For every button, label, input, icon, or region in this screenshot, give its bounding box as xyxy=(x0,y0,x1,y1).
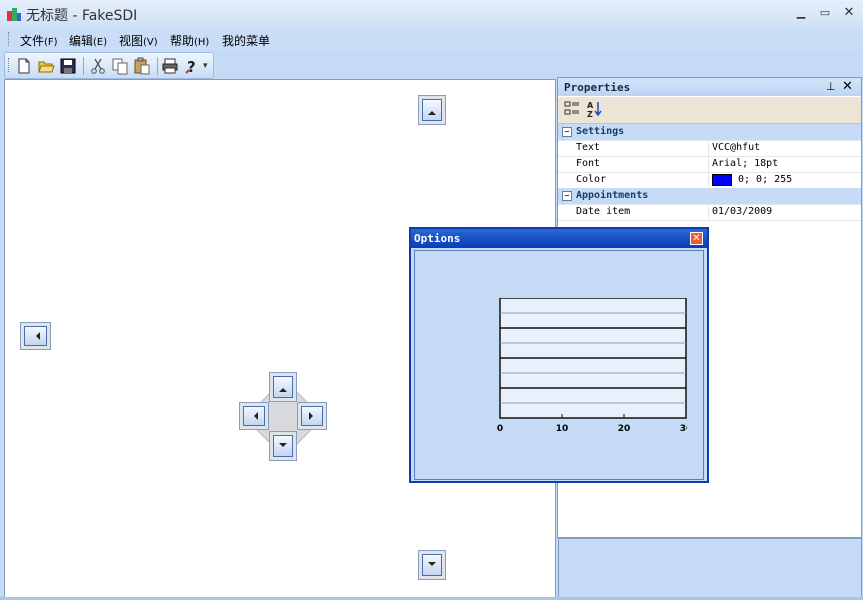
options-title-bar[interactable]: Options ✕ xyxy=(411,229,707,248)
property-name: Font xyxy=(576,158,601,169)
pin-icon[interactable]: ⊥ xyxy=(826,80,836,93)
alphabetical-sort-icon[interactable]: AZ xyxy=(585,100,603,120)
toolbar-separator xyxy=(157,57,158,75)
title-bar: 无标题 - FakeSDI ▁ ▭ ✕ xyxy=(0,0,863,29)
x-tick-label: 10 xyxy=(556,424,569,434)
paste-icon[interactable] xyxy=(133,57,151,75)
help-icon[interactable]: ? xyxy=(183,57,201,75)
property-row[interactable]: Color 0; 0; 255 xyxy=(558,172,861,189)
property-row[interactable]: Text VCC@hfut xyxy=(558,140,861,157)
x-tick-label: 0 xyxy=(497,424,503,434)
collapse-icon[interactable]: − xyxy=(562,191,572,201)
menu-help[interactable]: 帮助(H) xyxy=(170,32,209,49)
property-grid-toolbar: AZ xyxy=(558,97,861,124)
standard-toolbar: ? ▾ xyxy=(4,52,214,79)
options-chart: 0 10 20 30 xyxy=(497,298,687,434)
dock-top-button[interactable] xyxy=(418,95,446,125)
cut-icon[interactable] xyxy=(89,57,107,75)
dock-center-bottom-button[interactable] xyxy=(269,431,297,461)
properties-header: Properties ⊥ ✕ xyxy=(558,78,861,96)
open-icon[interactable] xyxy=(37,57,55,75)
x-tick-label: 20 xyxy=(618,424,631,434)
property-category[interactable]: − Settings xyxy=(558,124,861,141)
maximize-button[interactable]: ▭ xyxy=(817,6,833,20)
svg-text:?: ? xyxy=(187,58,196,75)
dock-left-icon xyxy=(24,326,47,346)
dock-center-left-button[interactable] xyxy=(239,402,269,430)
column-divider xyxy=(708,172,709,188)
dock-bottom-icon xyxy=(422,554,442,576)
toolbar-overflow-icon[interactable]: ▾ xyxy=(203,61,208,71)
options-title: Options xyxy=(414,232,461,245)
toolbar-grip[interactable] xyxy=(8,58,11,72)
property-value[interactable]: 01/03/2009 xyxy=(712,206,772,217)
menu-custom[interactable]: 我的菜单 xyxy=(222,32,270,49)
toolbar-separator xyxy=(83,57,84,75)
close-panel-button[interactable]: ✕ xyxy=(842,79,853,94)
property-value[interactable]: VCC@hfut xyxy=(712,142,760,153)
app-icon xyxy=(7,8,21,21)
property-value[interactable]: 0; 0; 255 xyxy=(738,174,792,185)
category-label: Appointments xyxy=(576,190,649,201)
dock-left-button[interactable] xyxy=(20,322,51,350)
property-value[interactable]: Arial; 18pt xyxy=(712,158,778,169)
options-close-button[interactable]: ✕ xyxy=(690,232,703,245)
dock-bottom-button[interactable] xyxy=(418,550,446,580)
minimize-button[interactable]: ▁ xyxy=(793,6,809,20)
column-divider xyxy=(708,140,709,156)
x-tick-label: 30 xyxy=(680,424,687,434)
options-dialog[interactable]: Options ✕ 0 10 20 30 xyxy=(409,227,709,483)
bottom-dock-panel xyxy=(558,538,862,598)
menu-edit[interactable]: 编辑(E) xyxy=(69,32,107,49)
category-label: Settings xyxy=(576,126,625,137)
dock-center-right-icon xyxy=(301,406,323,426)
menu-file[interactable]: 文件(F) xyxy=(20,32,58,49)
close-window-button[interactable]: ✕ xyxy=(841,6,857,20)
menu-grip[interactable] xyxy=(8,32,11,46)
property-row[interactable]: Date item 01/03/2009 xyxy=(558,204,861,221)
window-title: 无标题 - FakeSDI xyxy=(26,8,138,24)
property-name: Color xyxy=(576,174,607,185)
print-icon[interactable] xyxy=(161,57,179,75)
column-divider xyxy=(708,156,709,172)
property-row[interactable]: Font Arial; 18pt xyxy=(558,156,861,173)
save-icon[interactable] xyxy=(59,57,77,75)
new-icon[interactable] xyxy=(15,57,33,75)
property-category[interactable]: − Appointments xyxy=(558,188,861,205)
categorized-view-icon[interactable] xyxy=(563,100,581,120)
column-divider xyxy=(708,204,709,220)
property-name: Text xyxy=(576,142,601,153)
copy-icon[interactable] xyxy=(111,57,129,75)
dock-top-icon xyxy=(422,99,442,121)
color-swatch xyxy=(712,174,732,186)
svg-text:Z: Z xyxy=(587,110,593,118)
property-name: Date item xyxy=(576,206,631,217)
dock-center-top-button[interactable] xyxy=(269,372,297,402)
svg-text:A: A xyxy=(587,101,594,110)
dock-center-right-button[interactable] xyxy=(297,402,327,430)
dock-guide-cross xyxy=(238,372,328,462)
menu-view[interactable]: 视图(V) xyxy=(119,32,158,49)
dock-center-top-icon xyxy=(273,376,293,398)
properties-title: Properties xyxy=(564,81,631,94)
collapse-icon[interactable]: − xyxy=(562,127,572,137)
dock-center-bottom-icon xyxy=(273,435,293,457)
dock-center-left-icon xyxy=(243,406,265,426)
menu-bar: 文件(F) 编辑(E) 视图(V) 帮助(H) 我的菜单 xyxy=(0,28,863,50)
options-body: 0 10 20 30 xyxy=(414,250,704,480)
